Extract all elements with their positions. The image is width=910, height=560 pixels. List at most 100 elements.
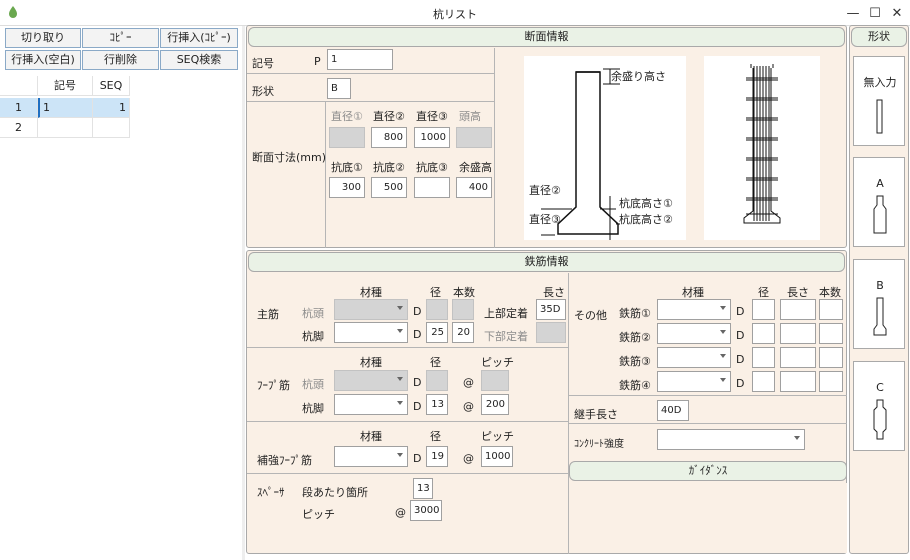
shape-option-label: B [876,279,884,292]
other-2-d: D [736,329,745,342]
delete-row-button[interactable]: 行削除 [82,50,159,70]
extra-height-input[interactable]: 400 [456,177,492,198]
diameter-2-input[interactable]: 800 [371,127,407,148]
spacer-pitch-label: ピッチ [302,508,335,521]
other-dia-header: 径 [758,286,769,299]
main-foot-count-input[interactable]: 20 [452,322,474,343]
divider [569,423,847,424]
shape-panel: 形状 無入力 A B C [849,25,909,554]
bottom-anchor-input[interactable] [536,322,566,343]
bottom-3-input[interactable] [414,177,450,198]
divider [325,101,326,248]
hoop-head-d: D [413,376,422,389]
head-height-input[interactable] [456,127,492,148]
kigou-input[interactable]: 1 [327,49,393,70]
spacer-per-stage-label: 段あたり箇所 [302,486,368,499]
other-3-count-input[interactable] [819,347,843,368]
diameter-3-input[interactable]: 1000 [414,127,450,148]
hoop-head-dia-input[interactable] [426,370,448,391]
title-bar: 杭リスト — ☐ ✕ [0,0,910,26]
other-4-material-select[interactable] [657,371,731,392]
hoop-foot-dia-input[interactable]: 13 [426,394,448,415]
main-foot-d: D [413,328,422,341]
grid-header-seq[interactable]: SEQ [93,76,130,96]
bottom-2-input[interactable]: 500 [371,177,407,198]
grid-cell-seq[interactable] [93,118,130,138]
other-1-count-input[interactable] [819,299,843,320]
bottom-1-input[interactable]: 300 [329,177,365,198]
divider [569,395,847,396]
other-3-material-select[interactable] [657,347,731,368]
main-foot-dia-input[interactable]: 25 [426,322,448,343]
grid-cell-seq[interactable]: 1 [93,98,130,118]
other-1-dia-input[interactable] [752,299,775,320]
other-4-count-input[interactable] [819,371,843,392]
insert-copy-button[interactable]: 行挿入(ｺﾋﾟｰ) [160,28,238,48]
splitter[interactable] [242,26,245,560]
other-2-material-select[interactable] [657,323,731,344]
diagram-d3-label: 直径③ [529,213,561,226]
hoop-foot-pitch-input[interactable]: 200 [481,394,509,415]
other-count-header: 本数 [819,286,841,299]
seq-search-button[interactable]: SEQ検索 [160,50,238,70]
main-head-count-input[interactable] [452,299,474,320]
col-label: 直径① [331,110,363,123]
reinf-material-select[interactable] [334,446,408,467]
col-label: 直径② [373,110,405,123]
shape-option-none[interactable]: 無入力 [853,56,905,146]
cut-button[interactable]: 切り取り [5,28,81,48]
row-header[interactable]: 2 [0,118,38,138]
top-anchor-input[interactable]: 35D [536,299,566,320]
reinf-dia-input[interactable]: 19 [426,446,448,467]
hoop-foot-material-select[interactable] [334,394,408,415]
col-label: 抗底③ [416,161,448,174]
main-foot-material-select[interactable] [334,322,408,343]
main-head-dia-input[interactable] [426,299,448,320]
other-3-dia-input[interactable] [752,347,775,368]
copy-button[interactable]: ｺﾋﾟｰ [82,28,159,48]
joint-length-input[interactable]: 40D [657,400,689,421]
maximize-button[interactable]: ☐ [864,3,886,23]
other-2-count-input[interactable] [819,323,843,344]
rebar-cage-drawing [743,64,781,224]
close-button[interactable]: ✕ [886,3,908,23]
shape-option-b[interactable]: B [853,259,905,349]
hoop-head-label: 杭頭 [302,378,324,391]
spacer-pitch-input[interactable]: 3000 [410,500,442,521]
reinf-at: @ [463,452,474,465]
shape-option-a[interactable]: A [853,157,905,247]
main-head-material-select[interactable] [334,299,408,320]
divider [247,421,568,422]
grid-cell-kigou[interactable]: 1 [38,98,93,118]
insert-blank-button[interactable]: 行挿入(空白) [5,50,81,70]
row-header[interactable]: 1 [0,98,38,118]
hoop-head-pitch-input[interactable] [481,370,509,391]
other-1-d: D [736,305,745,318]
main-head-label: 杭頭 [302,307,324,320]
guidance-area [569,483,847,553]
other-3-length-input[interactable] [780,347,816,368]
other-item-label: 鉄筋① [619,307,651,320]
hoop-head-material-select[interactable] [334,370,408,391]
other-4-length-input[interactable] [780,371,816,392]
minimize-button[interactable]: — [842,3,864,23]
diameter-1-input[interactable] [329,127,365,148]
pile-grid[interactable]: 記号 SEQ 1 1 1 2 [0,76,242,560]
grid-cell-kigou[interactable] [38,118,93,138]
shape-option-c[interactable]: C [853,361,905,451]
other-2-length-input[interactable] [780,323,816,344]
grid-header-kigou[interactable]: 記号 [38,76,93,96]
main-rebar-label: 主筋 [257,308,279,321]
main-count-header: 本数 [453,286,475,299]
other-item-label: 鉄筋③ [619,355,651,368]
reinf-pitch-input[interactable]: 1000 [481,446,513,467]
other-4-dia-input[interactable] [752,371,775,392]
spacer-per-stage-input[interactable]: 13 [413,478,433,499]
other-1-material-select[interactable] [657,299,731,320]
concrete-strength-select[interactable] [657,429,805,450]
shape-input[interactable]: B [327,78,351,99]
reinf-hoop-label: 補強ﾌｰﾌﾟ筋 [257,454,312,467]
other-1-length-input[interactable] [780,299,816,320]
other-2-dia-input[interactable] [752,323,775,344]
pile-shape-c-icon [873,399,887,440]
